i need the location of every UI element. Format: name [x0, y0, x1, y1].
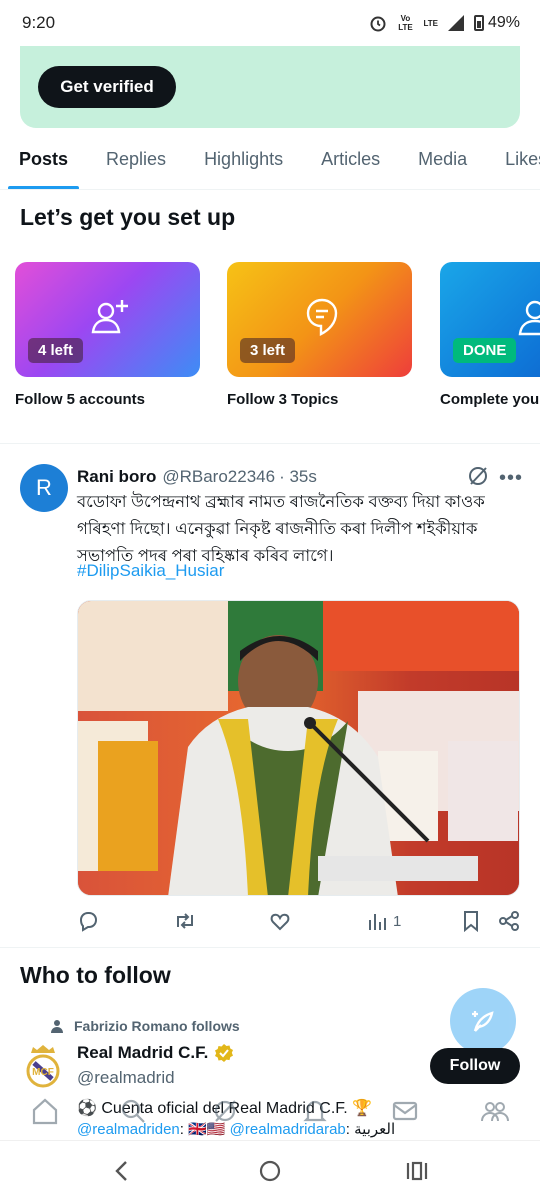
card-label: Follow 5 accounts: [15, 391, 146, 408]
like-button[interactable]: [269, 906, 291, 936]
search-icon[interactable]: [118, 1096, 148, 1126]
notifications-icon[interactable]: [300, 1096, 330, 1126]
card-label: Complete your profile: [440, 391, 540, 408]
alarm-icon: [370, 16, 386, 32]
tweet-photo[interactable]: [77, 600, 520, 896]
setup-cards: 4 left Follow 5 accounts 3 left Follow 3…: [15, 262, 540, 422]
follow-button[interactable]: Follow: [430, 1048, 520, 1084]
avatar[interactable]: R: [20, 464, 68, 512]
bookmark-button[interactable]: [462, 906, 480, 936]
share-icon: [499, 911, 519, 931]
tab-articles[interactable]: Articles: [302, 134, 399, 189]
verify-banner: Get verified: [20, 46, 520, 128]
home-circle-icon[interactable]: [258, 1159, 282, 1183]
topic-icon: [306, 298, 338, 336]
battery-percent: 49%: [487, 14, 520, 31]
back-icon[interactable]: [112, 1159, 132, 1183]
views-icon: [369, 914, 386, 930]
repost-icon: [177, 913, 193, 929]
battery-icon: [473, 15, 484, 31]
card-badge: DONE: [453, 338, 517, 363]
home-icon[interactable]: [30, 1096, 60, 1126]
setup-title: Let’s get you set up: [20, 204, 236, 230]
tweet-actions: 1: [77, 906, 522, 936]
account-handle[interactable]: @realmadrid: [77, 1068, 175, 1088]
real-madrid-logo[interactable]: MCF: [25, 1043, 61, 1089]
status-time: 9:20: [22, 13, 56, 32]
social-context: Fabrizio Romano follows: [50, 1018, 240, 1034]
person-icon: [51, 1020, 63, 1033]
author-name[interactable]: Rani boro: [77, 467, 156, 487]
tab-likes[interactable]: Likes: [486, 134, 540, 189]
speaker-photo: [78, 601, 519, 895]
signal-icon: [447, 15, 464, 31]
profile-tabs: Posts Replies Highlights Articles Media …: [0, 134, 540, 190]
card-label: Follow 3 Topics: [227, 391, 339, 408]
volte-label: Vo LTE: [398, 14, 413, 32]
get-verified-button[interactable]: Get verified: [38, 66, 176, 108]
repost-button[interactable]: [173, 906, 197, 936]
bottom-nav: [0, 1090, 540, 1140]
account-name-text[interactable]: Real Madrid C.F.: [77, 1043, 208, 1063]
heart-icon: [270, 913, 290, 931]
grok-nav-icon[interactable]: [210, 1096, 240, 1126]
tab-media[interactable]: Media: [399, 134, 486, 189]
social-context-text: Fabrizio Romano follows: [74, 1018, 240, 1034]
tab-highlights[interactable]: Highlights: [185, 134, 302, 189]
compose-feather-icon: [472, 1011, 494, 1032]
profile-icon: [518, 300, 540, 336]
compose-post-button[interactable]: [450, 988, 516, 1054]
reply-button[interactable]: [77, 906, 99, 936]
share-button[interactable]: [498, 906, 520, 936]
who-to-follow-title: Who to follow: [20, 962, 171, 988]
grok-icon[interactable]: [467, 465, 489, 487]
setup-card-follow-topics[interactable]: 3 left Follow 3 Topics: [227, 262, 412, 408]
reply-icon: [79, 912, 98, 932]
views-button[interactable]: 1: [367, 906, 401, 936]
more-icon[interactable]: •••: [499, 467, 523, 490]
add-user-icon: [91, 300, 128, 334]
tweet-header: Rani boro @RBaro22346 · 35s •••: [77, 465, 522, 489]
hashtag-link[interactable]: #DilipSaikia_Husiar: [77, 561, 224, 581]
views-count: 1: [393, 912, 402, 930]
tweet-time: · 35s: [279, 467, 317, 486]
divider: [0, 947, 540, 948]
tab-replies[interactable]: Replies: [87, 134, 185, 189]
status-icons: Vo LTE LTE 49%: [369, 14, 520, 32]
card-badge: 4 left: [28, 338, 84, 363]
author-handle[interactable]: @RBaro22346: [162, 467, 275, 487]
bookmark-icon: [464, 911, 478, 932]
card-badge: 3 left: [240, 338, 296, 363]
tweet-text: বডোফা উপেন্দ্রনাথ ব্ৰহ্মাৰ নামত ৰাজনৈতিক…: [77, 493, 485, 565]
status-bar: 9:20 Vo LTE LTE 49%: [0, 0, 540, 46]
communities-icon[interactable]: [480, 1096, 510, 1126]
account-name[interactable]: Real Madrid C.F.: [77, 1043, 234, 1063]
system-nav-bar: [0, 1140, 540, 1200]
divider: [0, 443, 540, 444]
recents-icon[interactable]: [405, 1159, 429, 1183]
tab-posts[interactable]: Posts: [0, 134, 87, 189]
setup-card-follow-accounts[interactable]: 4 left Follow 5 accounts: [15, 262, 200, 408]
svg-text:MCF: MCF: [32, 1067, 54, 1078]
verified-badge-icon: [215, 1044, 234, 1062]
setup-card-complete-profile[interactable]: DONE Complete your profile: [440, 262, 540, 408]
messages-icon[interactable]: [390, 1096, 420, 1126]
network-label: LTE: [423, 18, 438, 28]
